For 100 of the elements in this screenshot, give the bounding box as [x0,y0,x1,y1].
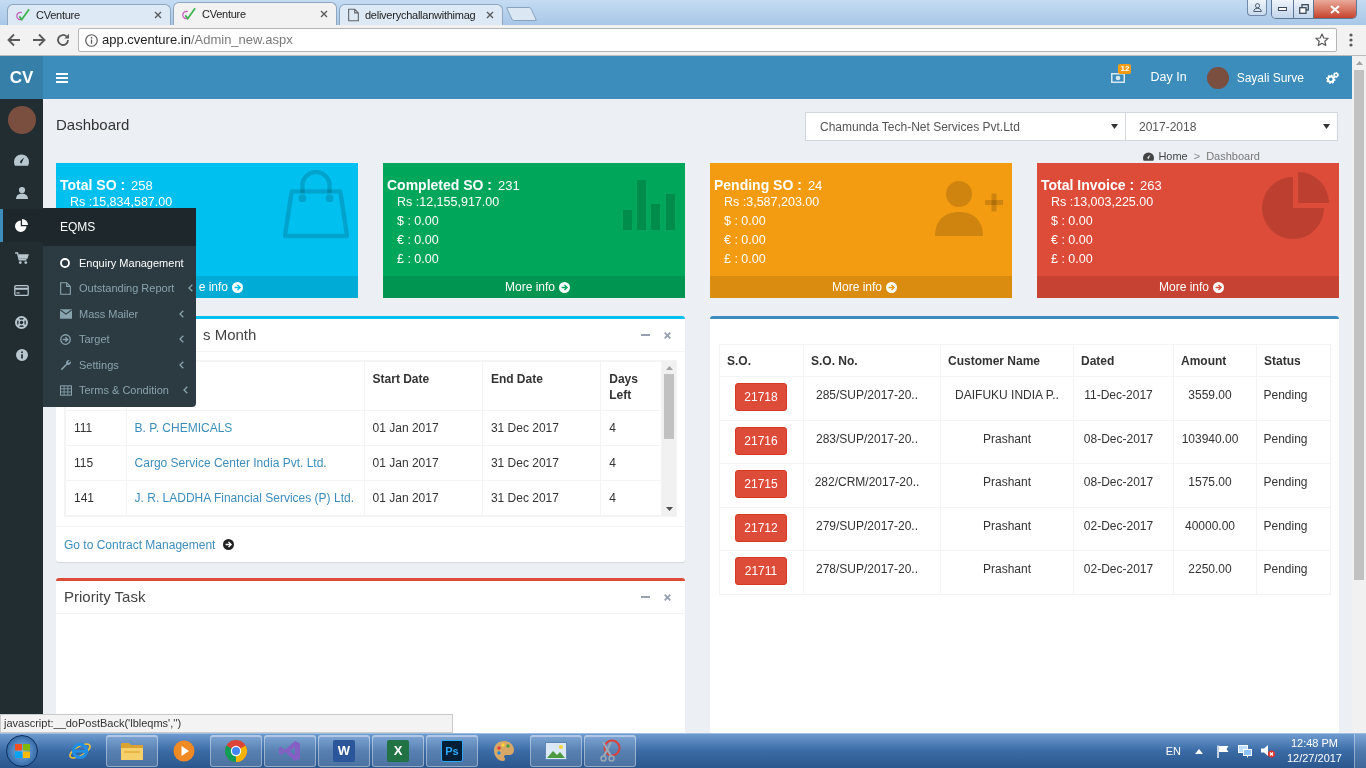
more-info-link[interactable]: More info [504,278,570,296]
table-cell: 40000.00 [1184,518,1236,533]
table-cell: 08-Dec-2017 [1083,431,1154,446]
menu-item[interactable]: Target [43,326,196,352]
order-number-button[interactable]: 21716 [735,426,787,455]
column-header: Customer Name [940,344,1074,377]
speedometer-icon [1143,151,1155,161]
close-button[interactable] [1314,0,1356,18]
back-icon[interactable] [7,33,21,47]
start-button[interactable] [6,735,38,767]
table-cell: Pending [1263,475,1308,489]
settings-icon[interactable] [1326,71,1339,84]
scrollbar[interactable] [662,361,676,516]
lifebuoy-icon [15,316,28,330]
more-info-link[interactable]: e info [198,278,243,296]
close-icon[interactable] [154,11,162,19]
table-cell: 31 Dec 2017 [482,445,601,481]
user-plus-icon [935,180,1003,236]
menu-item[interactable]: Mass Mailer [43,301,196,327]
more-info-link[interactable]: More info [831,278,897,296]
scroll-down-icon[interactable] [665,507,673,511]
chevron-up-icon[interactable] [1194,748,1203,754]
forward-icon[interactable] [32,33,46,47]
amount-line: Rs :13,003,225.00 [1051,195,1154,209]
customer-link[interactable]: B. P. CHEMICALS [134,421,233,435]
taskbar-button[interactable] [584,735,636,767]
taskbar-button[interactable] [210,735,262,767]
browser-tab[interactable]: CVenture [173,2,337,25]
amount-line: £ : 0.00 [724,252,766,266]
scrollbar-thumb[interactable] [664,374,674,439]
table-cell: Pending [1263,562,1308,576]
address-bar[interactable]: app.cventure.in/Admin_new.aspx [78,28,1337,52]
palette-icon[interactable] [492,739,516,763]
column-header: Status [1256,344,1331,377]
show-desktop-button[interactable] [1354,733,1366,768]
panel-title: Priority Task [64,586,147,607]
taskbar-button[interactable] [530,735,582,767]
year-select[interactable]: 2017-2018 [1126,112,1338,141]
speaker-muted-icon[interactable] [1259,744,1275,758]
sidebar-item[interactable] [0,209,43,242]
circle-icon [60,257,70,268]
menu-item[interactable]: Outstanding Report [43,275,196,301]
table-cell: 111 [65,410,127,446]
scrollbar-thumb[interactable] [1354,70,1364,580]
clock-time[interactable]: 12:48 PM [1290,736,1338,751]
reload-icon[interactable] [56,33,70,47]
flag-icon[interactable] [1216,744,1229,758]
close-icon[interactable] [664,331,671,339]
order-number-button[interactable]: 21718 [735,383,787,411]
table-cell: 11-Dec-2017 [1084,388,1153,402]
breadcrumb-link[interactable]: Home [1158,147,1188,165]
taskbar-button[interactable] [264,735,316,767]
taskbar-button[interactable]: X [372,735,424,767]
browser-tab[interactable]: deliverychallanwithimag [339,4,503,25]
table-icon [60,384,72,396]
stat-label: Total Invoice : [1041,176,1135,195]
close-icon[interactable] [320,10,328,18]
menu-icon[interactable] [56,72,68,83]
order-number-button[interactable]: 21712 [735,513,787,542]
menu-item[interactable]: Enquiry Management [43,250,196,276]
app-logo[interactable]: CV [0,56,43,99]
table-cell: Prashant [983,562,1031,576]
close-icon[interactable] [664,593,671,601]
taskbar-button[interactable]: Ps [426,735,478,767]
user-name[interactable]: Sayali Surve [1236,68,1304,87]
star-icon[interactable] [1315,33,1329,47]
day-in-link[interactable]: Day In [1150,68,1187,87]
table-cell: 01 Jan 2017 [364,480,483,516]
amount-line: Rs :15,834,587.00 [70,195,173,209]
infinity-icon [278,739,302,763]
play-icon[interactable] [172,739,196,763]
profile-button[interactable] [1247,0,1267,16]
amount-line: $ : 0.00 [397,214,439,228]
more-info-link[interactable]: More info [1158,278,1224,296]
taskbar-button[interactable] [106,735,158,767]
table-cell: 115 [65,445,127,481]
order-number-button[interactable]: 21715 [735,470,787,498]
taskbar-button[interactable]: W [318,735,370,767]
minimize-button[interactable] [1272,0,1294,18]
close-icon[interactable] [486,11,494,19]
caret-down-icon [1111,124,1118,129]
company-select[interactable]: Chamunda Tech-Net Services Pvt.Ltd [805,112,1126,141]
checkmark-icon [182,7,196,21]
clock-date[interactable]: 12/27/2017 [1286,751,1342,766]
arrow-circle-icon [223,539,235,550]
order-number-button[interactable]: 21711 [735,557,787,585]
language-indicator[interactable]: EN [1165,742,1181,760]
browser-tab[interactable]: CVenture [7,4,171,25]
menu-item[interactable]: Terms & Condition [43,377,196,403]
bar-chart-icon [622,180,676,230]
word-logo: W [333,740,355,762]
table-cell: Pending [1263,518,1308,533]
banknote-icon[interactable] [1111,72,1126,83]
more-icon[interactable] [1349,33,1353,47]
shopping-bag-icon [283,170,349,239]
network-icon[interactable] [1237,744,1252,758]
contract-management-link[interactable]: Go to Contract Management [64,535,235,554]
scrollbar[interactable] [1352,56,1366,733]
restore-button[interactable] [1294,0,1314,18]
menu-item[interactable]: Settings [43,352,196,378]
